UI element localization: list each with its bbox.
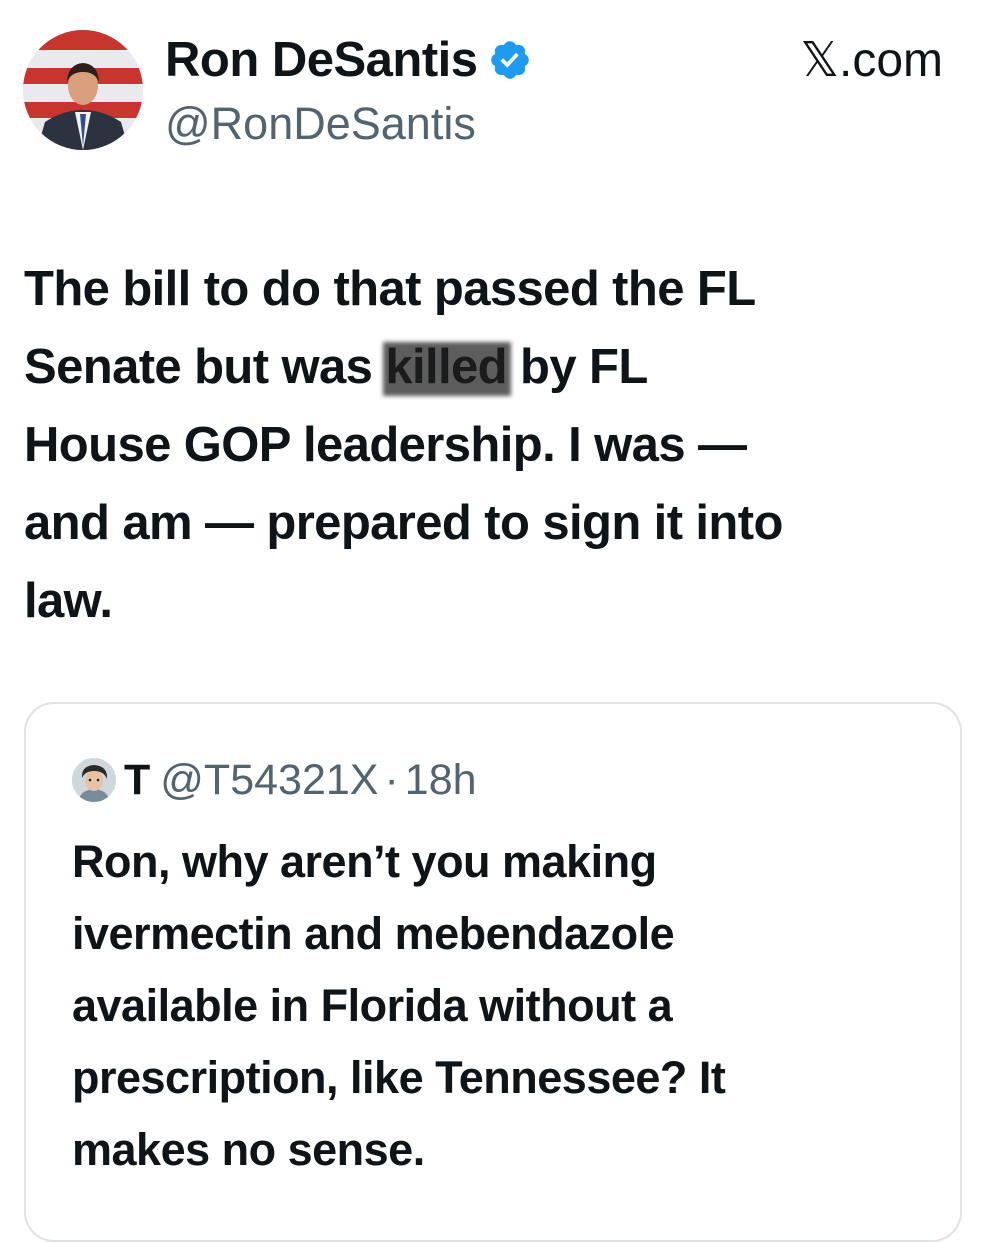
quoted-author-avatar[interactable] <box>72 758 116 802</box>
quoted-author-handle[interactable]: @T54321X <box>160 756 378 805</box>
quoted-tweet-line: Ron, why aren’t you making <box>72 836 657 887</box>
quoted-tweet-line: makes no sense. <box>72 1124 425 1175</box>
tweet-line: Senate but was killed by FL <box>24 328 959 406</box>
source-site-label: 𝕏.com <box>800 34 943 87</box>
tweet-line-text: and am — prepared to sign it into <box>24 496 783 550</box>
quoted-tweet-line: available in Florida without a <box>72 980 673 1031</box>
tweet-text: The bill to do that passed the FL Senate… <box>24 250 959 640</box>
cartoon-avatar-icon <box>72 758 116 802</box>
author-handle[interactable]: @RonDeSantis <box>165 98 476 150</box>
tweet-line-text: by FL <box>507 340 648 394</box>
tweet-line-text: law. <box>24 574 113 628</box>
separator-dot: · <box>384 755 399 804</box>
tweet-line: House GOP leadership. I was — <box>24 406 959 484</box>
profile-photo <box>23 30 143 150</box>
tweet-line: and am — prepared to sign it into <box>24 484 959 562</box>
quoted-tweet-header: T @T54321X · 18h <box>72 752 477 808</box>
quoted-tweet-line: prescription, like Tennessee? It <box>72 1052 726 1103</box>
author-name-row: Ron DeSantis <box>165 30 532 90</box>
author-avatar[interactable] <box>23 30 143 150</box>
verified-badge-icon <box>488 38 532 82</box>
tweet-line-text: Senate but was <box>24 340 386 394</box>
quoted-tweet-text: Ron, why aren’t you making ivermectin an… <box>72 826 932 1186</box>
tweet-line-text: House GOP leadership. I was — <box>24 418 747 472</box>
quoted-tweet-line: ivermectin and mebendazole <box>72 908 675 959</box>
author-display-name[interactable]: Ron DeSantis <box>165 32 478 88</box>
tweet-line: The bill to do that passed the FL <box>24 250 959 328</box>
redacted-word: killed <box>385 328 507 406</box>
tweet-line: law. <box>24 562 959 640</box>
quoted-tweet-card[interactable]: T @T54321X · 18h Ron, why aren’t you mak… <box>24 702 962 1242</box>
quoted-tweet-timestamp[interactable]: 18h <box>405 756 477 805</box>
tweet-line-text: The bill to do that passed the FL <box>24 262 756 316</box>
quoted-author-name[interactable]: T <box>124 756 150 805</box>
